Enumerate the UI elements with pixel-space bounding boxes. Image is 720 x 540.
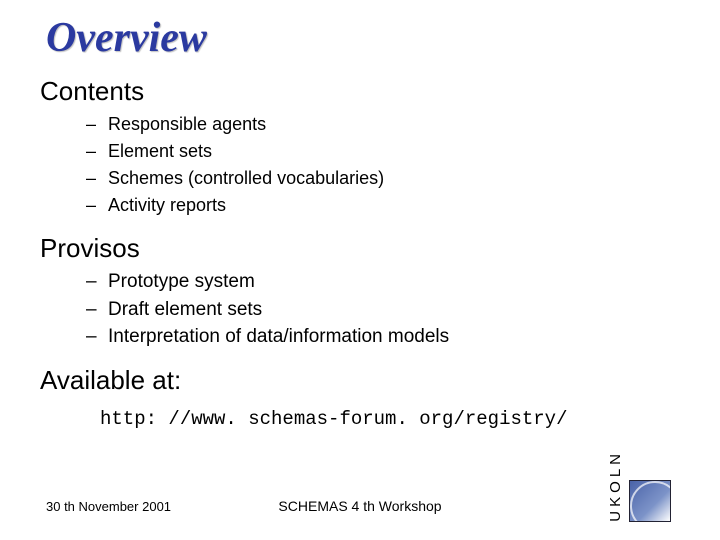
list-item: Responsible agents	[108, 111, 720, 138]
list-item: Element sets	[108, 138, 720, 165]
registry-url: http: //www. schemas-forum. org/registry…	[0, 400, 720, 430]
section-heading-provisos: Provisos	[0, 219, 720, 268]
footer-workshop: SCHEMAS 4 th Workshop	[278, 498, 441, 514]
section-heading-available: Available at:	[0, 351, 720, 400]
list-item: Schemes (controlled vocabularies)	[108, 165, 720, 192]
footer: 30 th November 2001 SCHEMAS 4 th Worksho…	[0, 476, 720, 526]
list-item: Interpretation of data/information model…	[108, 323, 720, 351]
section-heading-contents: Contents	[0, 62, 720, 111]
logo-icon	[629, 480, 671, 522]
logo-text: UKOLN	[608, 450, 623, 522]
slide-title: Overview	[0, 0, 720, 62]
provisos-list: Prototype system Draft element sets Inte…	[0, 268, 720, 351]
list-item: Draft element sets	[108, 296, 720, 324]
contents-list: Responsible agents Element sets Schemes …	[0, 111, 720, 219]
ukoln-logo: UKOLN	[608, 478, 694, 522]
footer-date: 30 th November 2001	[46, 499, 171, 514]
list-item: Activity reports	[108, 192, 720, 219]
list-item: Prototype system	[108, 268, 720, 296]
